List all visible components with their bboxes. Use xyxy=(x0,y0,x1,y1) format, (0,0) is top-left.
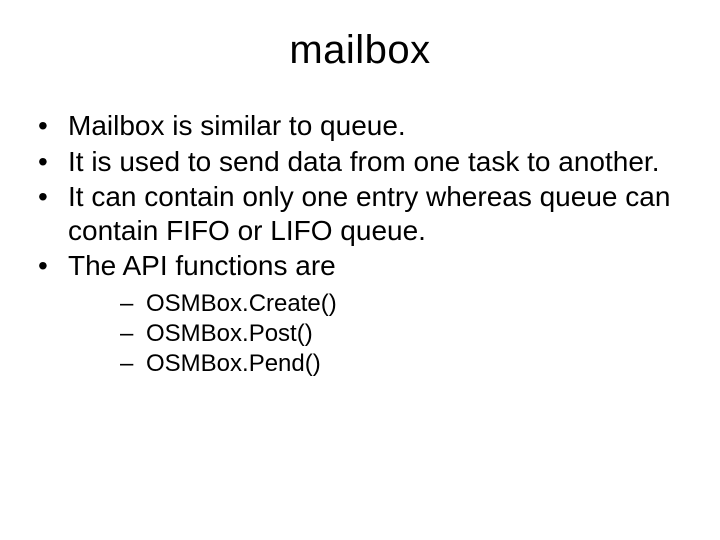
bullet-item: The API functions are OSMBox.Create() OS… xyxy=(24,249,696,379)
slide-title: mailbox xyxy=(24,28,696,73)
sub-item: OSMBox.Post() xyxy=(68,319,696,349)
bullet-item: It can contain only one entry whereas qu… xyxy=(24,180,696,247)
bullet-item: Mailbox is similar to queue. xyxy=(24,109,696,143)
sub-item: OSMBox.Pend() xyxy=(68,349,696,379)
sub-item: OSMBox.Create() xyxy=(68,289,696,319)
bullet-list: Mailbox is similar to queue. It is used … xyxy=(24,109,696,379)
sub-list: OSMBox.Create() OSMBox.Post() OSMBox.Pen… xyxy=(68,289,696,379)
bullet-item: It is used to send data from one task to… xyxy=(24,145,696,179)
bullet-text: The API functions are xyxy=(68,250,336,281)
